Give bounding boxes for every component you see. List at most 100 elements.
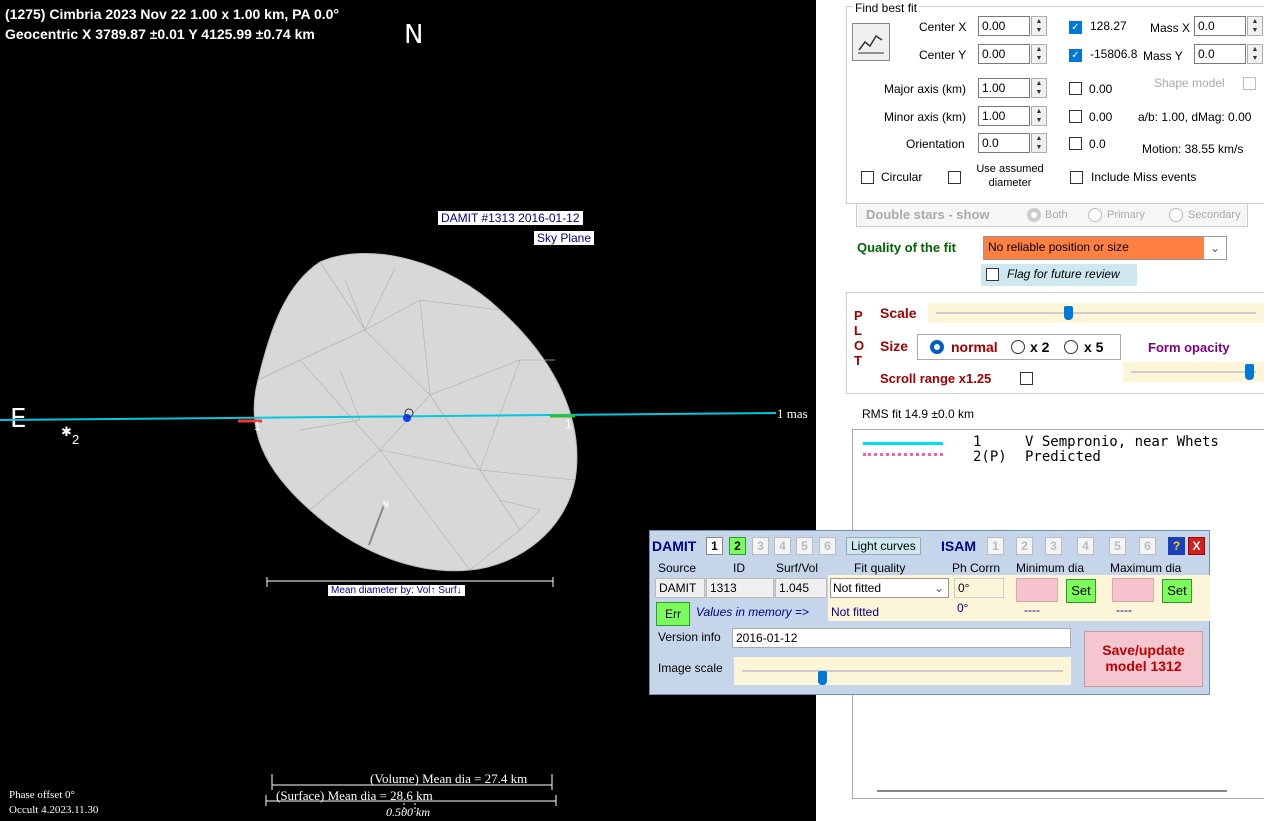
set-min-button[interactable]: Set <box>1066 579 1096 603</box>
primary-radio[interactable] <box>1088 208 1102 222</box>
quality-dropdown[interactable]: No reliable position or size ⌄ <box>983 236 1227 260</box>
fit-quality-dropdown[interactable]: Not fitted ⌄ <box>830 578 949 598</box>
both-label: Both <box>1045 209 1068 221</box>
isam-tab-6[interactable]: 6 <box>1139 537 1156 555</box>
min-dia-header: Minimum dia <box>1016 561 1085 575</box>
err-button[interactable]: Err <box>656 602 690 626</box>
size-x2-radio[interactable] <box>1011 340 1025 354</box>
size-x5-label: x 5 <box>1084 339 1104 355</box>
values-in-memory-label: Values in memory => <box>696 605 809 619</box>
scroll-range-checkbox[interactable] <box>1020 372 1033 385</box>
legend-item-text-1: V Sempronio, near Whets <box>1025 434 1219 450</box>
isam-tab-5[interactable]: 5 <box>1109 537 1126 555</box>
north-pole-marker: N <box>383 500 389 509</box>
minor-axis-checkbox[interactable] <box>1069 110 1082 123</box>
memory-phcorr: 0° <box>957 601 969 615</box>
image-scale-slider[interactable] <box>734 657 1071 685</box>
orientation-checkbox[interactable] <box>1069 137 1082 150</box>
fit-control-panel: Find best fit Center X 0.00 ▲ ▼ ✓ 128.27 … <box>816 0 1264 821</box>
chevron-down-icon: ⌄ <box>933 581 944 595</box>
damit-tab-2[interactable]: 2 <box>729 537 746 555</box>
set-max-button[interactable]: Set <box>1162 579 1192 603</box>
center-y-spinner[interactable]: ▲ ▼ <box>1031 44 1047 64</box>
center-x-input[interactable]: 0.00 <box>978 16 1030 36</box>
help-button[interactable]: ? <box>1168 537 1185 555</box>
secondary-radio[interactable] <box>1169 208 1183 222</box>
damit-tab-6[interactable]: 6 <box>819 537 836 555</box>
rms-fit: RMS fit 14.9 ±0.0 km <box>862 407 974 421</box>
damit-tab-1[interactable]: 1 <box>706 537 723 555</box>
isam-tab-3[interactable]: 3 <box>1045 537 1062 555</box>
mas-scale-label: 1 mas <box>777 406 808 421</box>
light-curves-button[interactable]: Light curves <box>846 537 921 555</box>
shape-model-drawing <box>0 252 777 812</box>
asteroid-plot[interactable]: (1275) Cimbria 2023 Nov 22 1.00 x 1.00 k… <box>0 0 816 821</box>
orientation-label: Orientation <box>906 137 965 151</box>
damit-tab-3[interactable]: 3 <box>752 537 769 555</box>
chart-icon <box>858 34 884 54</box>
shape-model-checkbox[interactable] <box>1243 77 1256 90</box>
minor-axis-value: 0.00 <box>1089 110 1113 124</box>
best-fit-button[interactable] <box>852 23 890 61</box>
mass-y-spinner[interactable]: ▲ ▼ <box>1247 44 1263 64</box>
version-text: Occult 4.2023.11.30 <box>9 804 99 816</box>
damit-tab-5[interactable]: 5 <box>796 537 813 555</box>
size-x5-radio[interactable] <box>1064 340 1078 354</box>
min-dia-input[interactable] <box>1016 578 1058 602</box>
id-value: 1313 <box>706 578 774 598</box>
star2-label: 2 <box>72 432 80 447</box>
center-y-checkbox[interactable]: ✓ <box>1069 49 1082 62</box>
scale-slider[interactable] <box>928 303 1264 323</box>
center-y-value: -15806.8 <box>1090 47 1138 61</box>
max-dia-input[interactable] <box>1112 578 1154 602</box>
memory-max-dia: ---- <box>1116 603 1132 617</box>
ab-dmag-text: a/b: 1.00, dMag: 0.00 <box>1138 110 1252 124</box>
fit-quality-value: Not fitted <box>833 581 882 595</box>
form-opacity-slider[interactable] <box>1123 362 1264 382</box>
isam-tab-4[interactable]: 4 <box>1077 537 1094 555</box>
major-axis-checkbox[interactable] <box>1069 82 1082 95</box>
image-scale-thumb[interactable] <box>818 671 827 685</box>
center-x-checkbox[interactable]: ✓ <box>1069 21 1082 34</box>
secondary-label: Secondary <box>1188 209 1241 221</box>
isam-tab-2[interactable]: 2 <box>1016 537 1033 555</box>
asteroid-shape <box>253 252 578 572</box>
quality-label: Quality of the fit <box>857 240 956 255</box>
legend-hscroll[interactable] <box>877 790 1227 792</box>
circular-checkbox[interactable] <box>861 171 874 184</box>
assumed-dia-checkbox[interactable] <box>948 171 961 184</box>
include-miss-checkbox[interactable] <box>1070 171 1083 184</box>
size-normal-radio[interactable] <box>930 340 944 354</box>
legend-item-text-2: Predicted <box>1025 449 1101 465</box>
phcorr-input[interactable]: 0° <box>954 578 1004 598</box>
damit-dialog: DAMIT 1 2 3 4 5 6 Light curves ISAM 1 2 … <box>649 530 1210 695</box>
center-y-input[interactable]: 0.00 <box>978 44 1030 64</box>
mass-x-label: Mass X <box>1150 21 1191 35</box>
plot-side-label: PLOT <box>854 308 865 368</box>
both-radio[interactable] <box>1027 208 1041 222</box>
flag-review-checkbox[interactable] <box>986 268 999 281</box>
center-x-spinner[interactable]: ▲ ▼ <box>1031 16 1047 36</box>
fit-quality-header: Fit quality <box>854 561 906 575</box>
quality-value: No reliable position or size <box>988 240 1129 254</box>
major-axis-input[interactable]: 1.00 <box>978 78 1030 98</box>
mass-y-input[interactable]: 0.0 <box>1194 44 1246 64</box>
minor-axis-input[interactable]: 1.00 <box>978 106 1030 126</box>
center-x-label: Center X <box>919 20 967 34</box>
close-button[interactable]: X <box>1188 537 1205 555</box>
phase-offset: Phase offset 0° <box>9 789 75 801</box>
surface-mean-dia: (Surface) Mean dia = 28.6 km <box>276 788 433 803</box>
form-opacity-thumb[interactable] <box>1245 364 1254 380</box>
version-info-input[interactable]: 2016-01-12 <box>732 628 1071 648</box>
mass-x-spinner[interactable]: ▲ ▼ <box>1247 16 1263 36</box>
scale-slider-thumb[interactable] <box>1064 306 1073 320</box>
surfvol-header: Surf/Vol <box>776 561 819 575</box>
orientation-input[interactable]: 0.0 <box>978 133 1030 153</box>
damit-tab-4[interactable]: 4 <box>774 537 791 555</box>
minor-axis-spinner[interactable]: ▲ ▼ <box>1031 106 1047 126</box>
isam-tab-1[interactable]: 1 <box>987 537 1004 555</box>
major-axis-spinner[interactable]: ▲ ▼ <box>1031 78 1047 98</box>
orientation-spinner[interactable]: ▲ ▼ <box>1031 133 1047 153</box>
mass-x-input[interactable]: 0.0 <box>1194 16 1246 36</box>
save-update-model-button[interactable]: Save/update model 1312 <box>1084 631 1203 687</box>
